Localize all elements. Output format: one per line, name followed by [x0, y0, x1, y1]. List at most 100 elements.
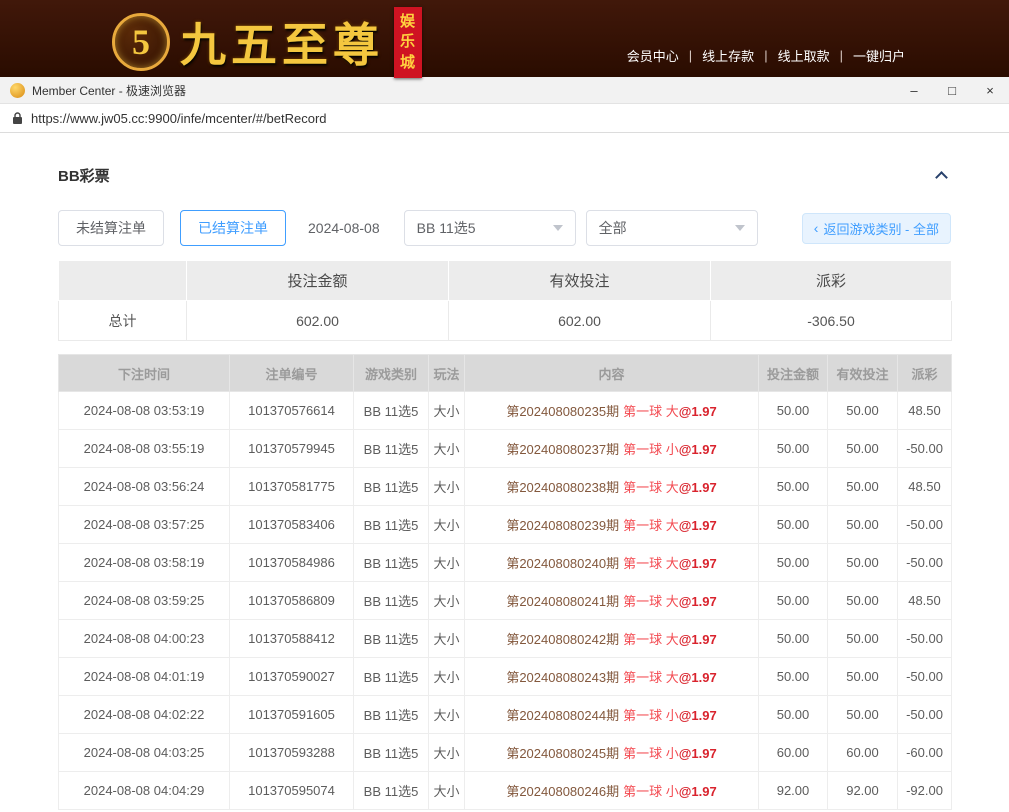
cell-valid-bet: 50.00 [828, 430, 898, 468]
cell-play-type: 大小 [429, 506, 465, 544]
url-bar[interactable]: https://www.jw05.cc:9900/infe/mcenter/#/… [0, 104, 1009, 133]
cell-payout: 48.50 [898, 392, 952, 430]
content-period: 第202408080238期 [506, 480, 619, 495]
cell-bet-time: 2024-08-08 04:02:22 [59, 696, 230, 734]
summary-header-empty [59, 261, 187, 301]
cell-bet-amount: 92.00 [759, 772, 828, 810]
collapse-button[interactable] [931, 168, 951, 184]
unsettled-bets-button[interactable]: 未结算注单 [58, 210, 164, 246]
cell-order-id: 101370581775 [230, 468, 354, 506]
cell-payout: -50.00 [898, 430, 952, 468]
cell-valid-bet: 92.00 [828, 772, 898, 810]
cell-game-type: BB 11选5 [354, 544, 429, 582]
window-title: Member Center - 极速浏览器 [32, 82, 186, 99]
content-odds: @1.97 [679, 556, 717, 571]
settled-bets-button[interactable]: 已结算注单 [180, 210, 286, 246]
top-nav: 会员中心 | 线上存款 | 线上取款 | 一键归户 [627, 46, 905, 65]
chevron-up-icon [935, 171, 948, 184]
cell-bet-amount: 50.00 [759, 620, 828, 658]
cell-content: 第202408080246期第一球 小@1.97 [465, 772, 759, 810]
category-select-value: 全部 [599, 218, 627, 238]
content-odds: @1.97 [679, 442, 717, 457]
table-row: 2024-08-08 03:59:25101370586809BB 11选5大小… [59, 582, 952, 620]
cell-bet-time: 2024-08-08 03:59:25 [59, 582, 230, 620]
back-button-label: 返回游戏类别 - 全部 [823, 219, 939, 238]
cell-bet-amount: 50.00 [759, 582, 828, 620]
close-button[interactable]: × [971, 77, 1009, 103]
table-row: 2024-08-08 04:04:29101370595074BB 11选5大小… [59, 772, 952, 810]
chevron-down-icon [553, 225, 563, 231]
minimize-button[interactable]: – [895, 77, 933, 103]
content-pick: 第一球 大 [623, 404, 679, 419]
nav-one-key-transfer[interactable]: 一键归户 [853, 46, 905, 65]
content-odds: @1.97 [679, 670, 717, 685]
table-row: 2024-08-08 04:01:19101370590027BB 11选5大小… [59, 658, 952, 696]
content-odds: @1.97 [679, 746, 717, 761]
url-text[interactable]: https://www.jw05.cc:9900/infe/mcenter/#/… [31, 111, 327, 126]
nav-member-center[interactable]: 会员中心 [627, 46, 679, 65]
logo-title: 九五至尊 [180, 9, 384, 75]
cell-game-type: BB 11选5 [354, 430, 429, 468]
cell-bet-time: 2024-08-08 03:57:25 [59, 506, 230, 544]
cell-play-type: 大小 [429, 392, 465, 430]
summary-header-bet: 投注金额 [187, 261, 449, 301]
cell-order-id: 101370576614 [230, 392, 354, 430]
cell-bet-amount: 50.00 [759, 658, 828, 696]
cell-valid-bet: 50.00 [828, 506, 898, 544]
nav-online-deposit[interactable]: 线上存款 [702, 46, 754, 65]
cell-bet-amount: 50.00 [759, 696, 828, 734]
cell-bet-time: 2024-08-08 03:58:19 [59, 544, 230, 582]
header-game-type: 游戏类别 [354, 355, 429, 392]
cell-game-type: BB 11选5 [354, 620, 429, 658]
cell-payout: -50.00 [898, 620, 952, 658]
content-odds: @1.97 [679, 708, 717, 723]
content-pick: 第一球 大 [623, 670, 679, 685]
cell-order-id: 101370590027 [230, 658, 354, 696]
date-picker[interactable]: 2024-08-08 [308, 220, 380, 236]
logo-badge: 娱乐城 [394, 7, 422, 78]
table-row: 2024-08-08 03:57:25101370583406BB 11选5大小… [59, 506, 952, 544]
cell-content: 第202408080237期第一球 小@1.97 [465, 430, 759, 468]
cell-play-type: 大小 [429, 582, 465, 620]
cell-bet-time: 2024-08-08 04:03:25 [59, 734, 230, 772]
summary-header-valid: 有效投注 [449, 261, 711, 301]
cell-payout: -50.00 [898, 658, 952, 696]
cell-order-id: 101370584986 [230, 544, 354, 582]
game-select[interactable]: BB 11选5 [404, 210, 576, 246]
cell-valid-bet: 50.00 [828, 392, 898, 430]
favicon-icon [10, 83, 25, 98]
cell-play-type: 大小 [429, 772, 465, 810]
cell-game-type: BB 11选5 [354, 696, 429, 734]
cell-bet-amount: 50.00 [759, 468, 828, 506]
header-bet-time: 下注时间 [59, 355, 230, 392]
cell-payout: 48.50 [898, 582, 952, 620]
cell-bet-time: 2024-08-08 04:01:19 [59, 658, 230, 696]
back-to-game-category-button[interactable]: ‹ 返回游戏类别 - 全部 [802, 213, 951, 244]
cell-bet-amount: 50.00 [759, 506, 828, 544]
cell-content: 第202408080242期第一球 大@1.97 [465, 620, 759, 658]
summary-bet-amount: 602.00 [187, 301, 449, 341]
cell-bet-time: 2024-08-08 03:56:24 [59, 468, 230, 506]
bet-table-body: 2024-08-08 03:53:19101370576614BB 11选5大小… [59, 392, 952, 810]
chevron-down-icon [735, 225, 745, 231]
category-select[interactable]: 全部 [586, 210, 758, 246]
panel-header: BB彩票 [58, 165, 951, 186]
table-row: 2024-08-08 04:00:23101370588412BB 11选5大小… [59, 620, 952, 658]
cell-play-type: 大小 [429, 734, 465, 772]
header-valid-bet: 有效投注 [828, 355, 898, 392]
nav-separator: | [689, 48, 692, 63]
nav-online-withdraw[interactable]: 线上取款 [778, 46, 830, 65]
cell-play-type: 大小 [429, 544, 465, 582]
page-title: BB彩票 [58, 165, 110, 186]
content-period: 第202408080235期 [506, 404, 619, 419]
summary-total-label: 总计 [59, 301, 187, 341]
header-content: 内容 [465, 355, 759, 392]
cell-game-type: BB 11选5 [354, 468, 429, 506]
maximize-button[interactable]: □ [933, 77, 971, 103]
cell-play-type: 大小 [429, 658, 465, 696]
main-content: BB彩票 未结算注单 已结算注单 2024-08-08 BB 11选5 全部 ‹… [0, 165, 1009, 810]
cell-valid-bet: 50.00 [828, 544, 898, 582]
content-pick: 第一球 大 [623, 632, 679, 647]
cell-bet-amount: 60.00 [759, 734, 828, 772]
cell-order-id: 101370583406 [230, 506, 354, 544]
